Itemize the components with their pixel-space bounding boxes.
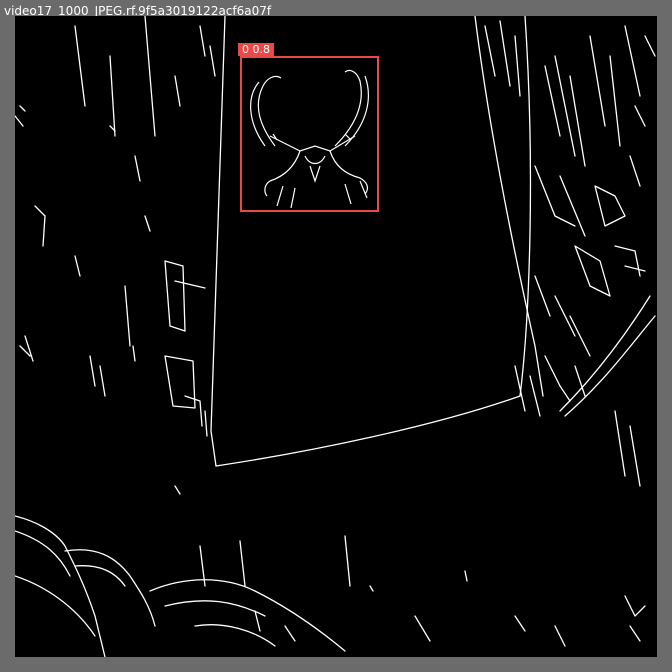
detection-bounding-box (240, 56, 379, 212)
image-canvas: 0 0.8 (15, 16, 657, 657)
image-viewer: video17_1000_JPEG.rf.9f5a3019122acf6a07f (0, 0, 672, 672)
building-base-line (215, 395, 521, 467)
detection-label: 0 0.8 (238, 43, 274, 56)
left-building-edge (210, 16, 226, 467)
right-building-edge (519, 16, 532, 397)
